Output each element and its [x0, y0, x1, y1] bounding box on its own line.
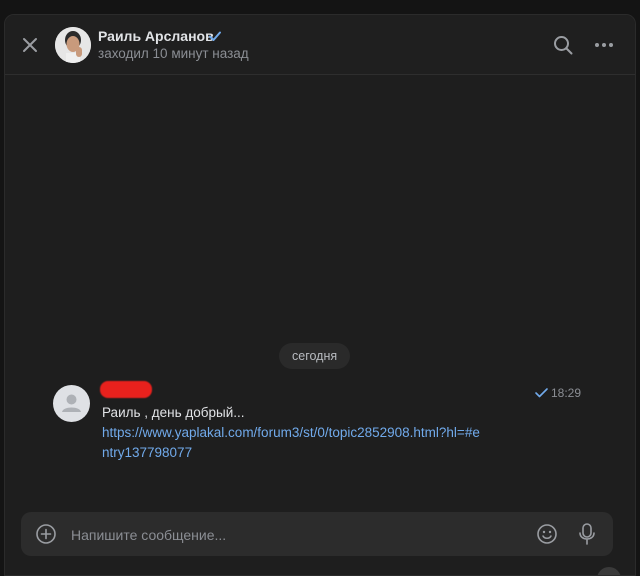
- more-options-icon[interactable]: [593, 34, 615, 56]
- search-icon[interactable]: [552, 34, 574, 56]
- emoji-icon[interactable]: [536, 523, 558, 545]
- last-seen-status: заходил 10 минут назад: [98, 46, 249, 61]
- message-input[interactable]: [69, 520, 473, 550]
- message-link[interactable]: https://www.yaplakal.com/forum3/st/0/top…: [102, 423, 482, 463]
- message-text: Раиль , день добрый...: [102, 405, 245, 420]
- redacted-sender-name: [100, 381, 152, 398]
- read-check-icon: [535, 388, 548, 398]
- message-time: 18:29: [551, 386, 582, 400]
- close-icon[interactable]: [19, 34, 41, 56]
- sender-avatar[interactable]: [53, 385, 90, 422]
- chat-header: Раиль Арсланов заходил 10 минут назад: [5, 15, 635, 75]
- microphone-icon[interactable]: [576, 522, 598, 546]
- date-divider: сегодня: [279, 343, 351, 369]
- message-composer: [21, 512, 613, 556]
- scroll-down-button[interactable]: [597, 567, 621, 575]
- contact-name[interactable]: Раиль Арсланов: [98, 28, 214, 44]
- verified-check-icon: [209, 31, 221, 41]
- attach-plus-icon[interactable]: [35, 523, 57, 545]
- contact-avatar[interactable]: [55, 27, 91, 63]
- chat-window: Раиль Арсланов заходил 10 минут назад се…: [4, 14, 636, 576]
